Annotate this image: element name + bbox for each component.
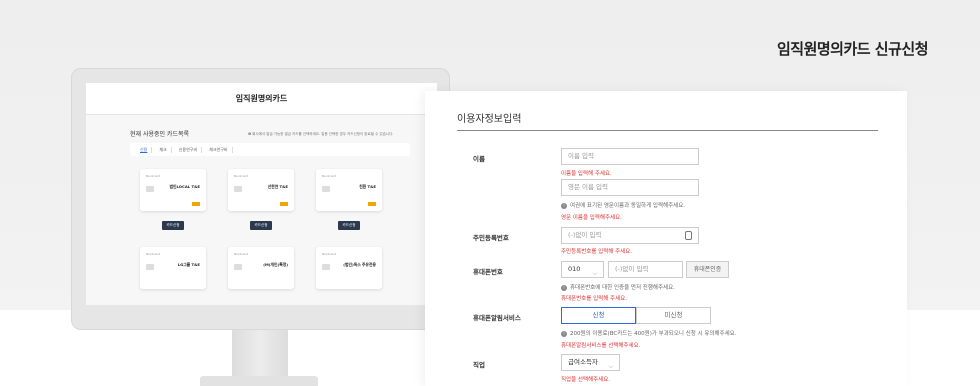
tab-credit-research[interactable]: 신용연구비 [175,146,203,153]
card-brand: Nookcard [146,174,161,178]
english-name-error: 영문 이름을 입력해주세요. [561,215,622,221]
sms-decline-option[interactable]: 미신청 [636,307,711,324]
tab-credit[interactable]: 신용 [136,146,153,153]
card-name: (법인)독스 주유전용 [343,262,376,267]
card-brand: Nookcard [146,252,161,256]
english-name-input[interactable]: 영문 이름 입력 [561,179,699,196]
job-error: 직업을 선택해주세요. [561,377,611,383]
card-name: LG그룹 T&E [177,262,200,267]
sms-error: 휴대폰알림서비스를 선택해주세요. [561,343,641,349]
sms-apply-option[interactable]: 신청 [561,307,636,324]
card-chip-icon [146,186,154,192]
english-name-hint-text: 여권에 표기된 영문이름과 동일하게 입력해주세요. [570,203,686,209]
screen-title: 임직원명의카드 [86,83,437,115]
name-label: 이름 [473,155,485,163]
name-input[interactable]: 이름 입력 [561,148,699,165]
job-label: 직업 [473,361,485,369]
card-list-notice: ❶ 회사에서 발급 가능한 발급 카드를 선택하세요. 일용 선택한 경우 카드… [248,132,394,136]
card-name: 법인LOCAL T&E [169,184,200,189]
card-name: (M)개인(특정) [263,262,288,267]
card-chip-icon [322,264,330,270]
page-title: 임직원명의카드 신규신청 [776,40,929,58]
phone-hint-text: 휴대폰번호에 대한 인증을 먼저 진행해주세요. [570,285,675,291]
chevron-down-icon: ⌵ [592,270,597,277]
card-network-icon [280,202,288,206]
card-item[interactable]: Nookcard 선한연 T&E [228,169,294,211]
card-item[interactable]: Nookcard 법인LOCAL T&E [140,169,206,211]
tab-check-research[interactable]: 체크연구비 [205,146,233,153]
job-value: 급여소득자 [568,358,598,366]
info-icon: ! [561,330,567,337]
form-section-title: 이용자정보입력 [457,114,522,125]
card-list-title: 현재 사용중인 카드목록 [130,131,190,138]
info-icon: ! [561,284,567,291]
english-name-hint: ! 여권에 표기된 영문이름과 동일하게 입력해주세요. [561,201,685,209]
sms-service-label: 휴대폰알림서비스 [473,314,521,322]
card-type-tabs: 신용 체크 신용연구비 체크연구비 [130,143,410,156]
card-chip-icon [234,186,242,192]
user-info-form: 이용자정보입력 이름 이름 입력 이름을 입력해 주세요. 영문 이름 입력 !… [425,91,907,386]
monitor-stand [232,330,288,378]
card-name: 선한연 T&E [267,184,288,189]
card-brand: Nookcard [234,252,249,256]
sms-hint-text: 200원의 이용료(BC카드는 400원)가 부과되오니 신청 시 유의해주세요… [570,331,737,337]
tab-check[interactable]: 체크 [155,146,172,153]
card-network-icon [368,202,376,206]
card-chip-icon [234,264,242,270]
card-network-icon [192,202,200,206]
rrn-error: 주민등록번호를 입력해 주세요. [561,249,633,255]
card-item[interactable]: Nookcard 친환 T&E [316,169,382,211]
rrn-placeholder: (-)없이 입력 [568,231,602,239]
card-brand: Nookcard [322,174,337,178]
phone-prefix-value: 010 [568,265,581,273]
card-chip-icon [322,186,330,192]
card-brand: Nookcard [322,252,337,256]
job-select[interactable]: 급여소득자 ⌵ [561,354,620,371]
card-chip-icon [146,264,154,270]
rrn-label: 주민등록번호 [473,234,509,242]
phone-number-input[interactable]: (-)없이 입력 [608,261,683,278]
sms-hint: ! 200원의 이용료(BC카드는 400원)가 부과되오니 신청 시 유의해주세… [561,329,736,337]
chevron-down-icon: ⌵ [608,363,613,370]
card-brand: Nookcard [234,174,249,178]
info-icon: ! [561,202,567,209]
phone-hint: ! 휴대폰번호에 대한 인증을 먼저 진행해주세요. [561,283,675,291]
phone-verify-button[interactable]: 휴대폰인증 [686,261,729,278]
phone-error: 휴대폰번호를 입력해 주세요. [561,296,627,302]
secure-keypad-icon[interactable] [685,231,692,240]
monitor-screen: 임직원명의카드 현재 사용중인 카드목록 ❶ 회사에서 발급 가능한 발급 카드… [86,83,437,305]
name-error: 이름을 입력해 주세요. [561,171,612,177]
apply-card-button[interactable]: 카드신청 [250,221,272,230]
phone-prefix-select[interactable]: 010 ⌵ [561,261,604,278]
apply-card-button[interactable]: 카드신청 [162,221,184,230]
monitor-base [200,376,318,386]
section-divider [457,130,878,131]
rrn-input[interactable]: (-)없이 입력 [561,227,699,244]
monitor-frame: 임직원명의카드 현재 사용중인 카드목록 ❶ 회사에서 발급 가능한 발급 카드… [71,68,450,330]
card-item[interactable]: Nookcard (법인)독스 주유전용 [316,247,382,289]
card-item[interactable]: Nookcard (M)개인(특정) [228,247,294,289]
card-name: 친환 T&E [359,184,376,189]
apply-card-button[interactable]: 카드신청 [338,221,360,230]
phone-label: 휴대폰번호 [473,268,503,276]
card-item[interactable]: Nookcard LG그룹 T&E [140,247,206,289]
